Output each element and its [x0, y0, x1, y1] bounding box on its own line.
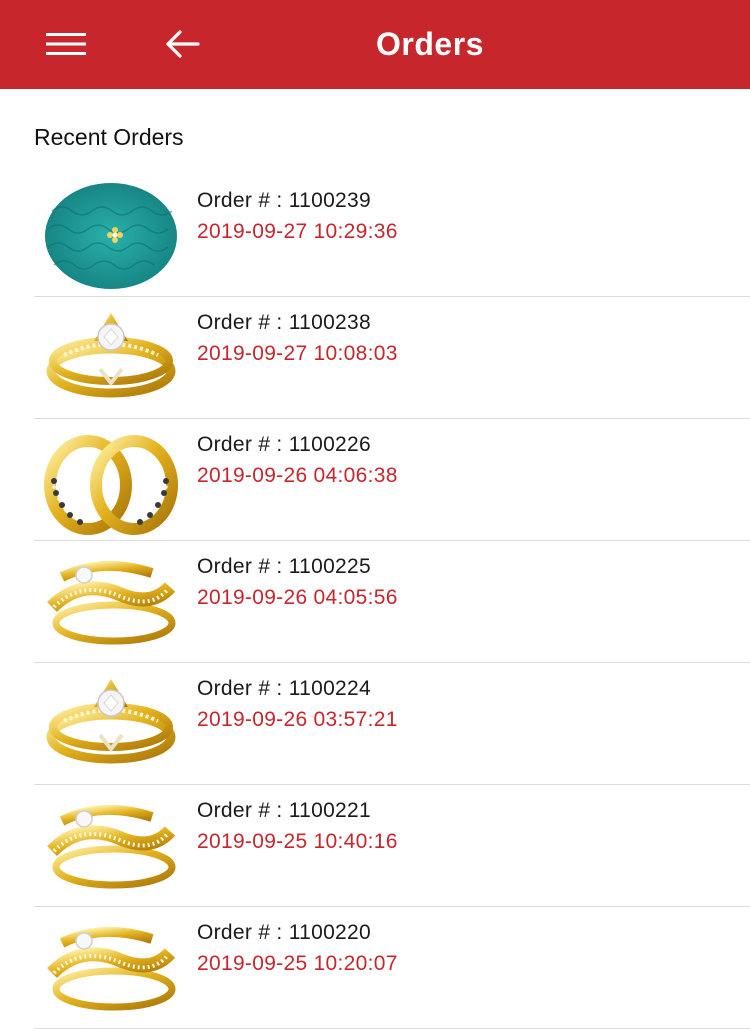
- app-bar: Orders: [0, 0, 750, 89]
- order-list-item[interactable]: Order # : 1100221 2019-09-25 10:40:16: [0, 785, 750, 907]
- order-date: 2019-09-26 04:06:38: [197, 464, 398, 487]
- order-list-item[interactable]: Order # : 1100220 2019-09-25 10:20:07: [0, 907, 750, 1029]
- orders-list: Order # : 1100239 2019-09-27 10:29:36 Or…: [0, 175, 750, 1029]
- order-number: Order # : 1100238: [197, 311, 371, 334]
- back-button[interactable]: [152, 22, 212, 66]
- hamburger-menu-icon: [46, 33, 86, 55]
- page-title: Orders: [376, 26, 484, 62]
- order-list-item[interactable]: Order # : 1100225 2019-09-26 04:05:56: [0, 541, 750, 663]
- order-list-item[interactable]: Order # : 1100224 2019-09-26 03:57:21: [0, 663, 750, 785]
- order-date: 2019-09-27 10:08:03: [197, 342, 398, 365]
- order-number: Order # : 1100224: [197, 677, 371, 700]
- order-list-item[interactable]: Order # : 1100239 2019-09-27 10:29:36: [0, 175, 750, 297]
- order-product-image: [46, 313, 176, 398]
- order-product-image: [47, 804, 176, 889]
- menu-button[interactable]: [36, 22, 96, 66]
- order-number: Order # : 1100225: [197, 555, 371, 578]
- order-number: Order # : 1100239: [197, 189, 371, 212]
- order-date: 2019-09-26 03:57:21: [197, 708, 398, 731]
- order-product-image: [44, 435, 178, 535]
- order-product-image: [46, 679, 176, 764]
- order-product-image: [47, 560, 176, 645]
- order-date: 2019-09-25 10:20:07: [197, 952, 398, 975]
- order-product-image: [47, 926, 176, 1011]
- order-list-item[interactable]: Order # : 1100238 2019-09-27 10:08:03: [0, 297, 750, 419]
- order-product-image: [45, 183, 177, 289]
- order-date: 2019-09-26 04:05:56: [197, 586, 398, 609]
- order-number: Order # : 1100221: [197, 799, 371, 822]
- arrow-left-icon: [166, 30, 200, 58]
- order-list-item[interactable]: Order # : 1100226 2019-09-26 04:06:38: [0, 419, 750, 541]
- order-number: Order # : 1100226: [197, 433, 371, 456]
- section-title: Recent Orders: [34, 124, 184, 150]
- order-date: 2019-09-25 10:40:16: [197, 830, 398, 853]
- order-number: Order # : 1100220: [197, 921, 371, 944]
- order-date: 2019-09-27 10:29:36: [197, 220, 398, 243]
